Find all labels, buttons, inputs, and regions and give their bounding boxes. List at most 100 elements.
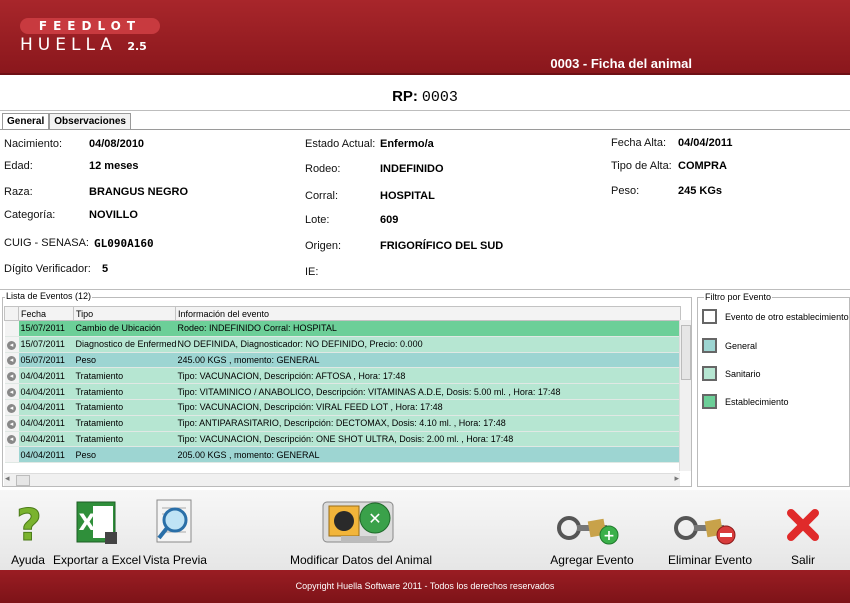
- ayuda-label: Ayuda: [11, 553, 45, 567]
- toolbar: ? Ayuda X Exportar a Excel Vista Previa …: [0, 490, 850, 570]
- scroll-thumb[interactable]: [16, 475, 30, 486]
- rodeo-label: Rodeo:: [305, 163, 341, 175]
- row-icon-cell[interactable]: ◂: [4, 352, 19, 369]
- row-arrow-icon[interactable]: ◂: [7, 356, 16, 366]
- row-icon-cell[interactable]: [4, 446, 19, 464]
- row-icon-cell[interactable]: ◂: [4, 336, 19, 353]
- preview-icon: [156, 499, 192, 543]
- row-arrow-icon[interactable]: ◂: [7, 388, 16, 398]
- add-event-icon: +: [557, 516, 619, 545]
- origen-value: FRIGORÍFICO DEL SUD: [380, 240, 504, 252]
- filter-label: Establecimiento: [725, 396, 789, 407]
- tipo-alta-value: COMPRA: [678, 160, 727, 172]
- tab-general[interactable]: General: [2, 113, 50, 129]
- vista-previa-button[interactable]: Vista Previa: [142, 490, 208, 570]
- event-row[interactable]: ◂ 04/04/2011 Tratamiento Tipo: VACUNACION, …: [4, 367, 681, 385]
- digito-label: Dígito Verificador:: [4, 263, 91, 275]
- event-row[interactable]: ◂ 05/07/2011 Peso 245.00 KGS , momento: GEN…: [4, 352, 681, 369]
- event-row[interactable]: ◂ 04/04/2011 Tratamiento Tipo: VITAMINICO /…: [4, 383, 681, 400]
- excel-icon: X: [76, 501, 117, 544]
- event-tipo: Peso: [73, 446, 176, 464]
- event-info: Tipo: ANTIPARASITARIO, Descripción: DECT…: [175, 415, 681, 432]
- event-fecha: 04/04/2011: [18, 446, 74, 464]
- corral-value: HOSPITAL: [380, 190, 435, 202]
- row-arrow-icon[interactable]: ◂: [7, 403, 16, 413]
- row-icon-cell[interactable]: ◂: [4, 367, 19, 385]
- app-header: FEEDLOT HUELLA 2.5 0003 - Ficha del anim…: [0, 0, 850, 75]
- filter-item-establecimiento[interactable]: Establecimiento: [702, 394, 789, 409]
- tab-observaciones[interactable]: Observaciones: [49, 113, 131, 129]
- scroll-right-icon[interactable]: ▸: [674, 473, 679, 484]
- fecha-alta-value: 04/04/2011: [678, 137, 733, 149]
- help-icon: ?: [16, 500, 43, 546]
- filter-swatch[interactable]: [702, 338, 717, 353]
- svg-text:X: X: [79, 511, 96, 536]
- row-icon-cell[interactable]: [4, 320, 19, 337]
- event-fecha: 15/07/2011: [18, 320, 74, 337]
- row-arrow-icon[interactable]: ◂: [7, 419, 16, 429]
- event-fecha: 04/04/2011: [18, 367, 74, 385]
- event-row[interactable]: 04/04/2011 Peso 205.00 KGS , momento: GENE…: [4, 446, 681, 464]
- modificar-animal-button[interactable]: ✕ Modificar Datos del Animal: [289, 490, 433, 570]
- row-icon-cell[interactable]: ◂: [4, 415, 19, 432]
- estado-value: Enfermo/a: [380, 138, 434, 150]
- header-icon-col: [4, 306, 19, 321]
- salir-button[interactable]: Salir: [780, 490, 826, 570]
- tipo-alta-label: Tipo de Alta:: [611, 160, 672, 172]
- row-icon-cell[interactable]: ◂: [4, 383, 19, 400]
- digito-value: 5: [102, 263, 109, 275]
- event-info: Rodeo: INDEFINIDO Corral: HOSPITAL: [175, 320, 681, 337]
- event-fecha: 04/04/2011: [18, 431, 74, 448]
- event-row[interactable]: ◂ 15/07/2011 Diagnostico de Enfermed NO DEF…: [4, 336, 681, 353]
- header-tipo[interactable]: Tipo: [73, 306, 176, 321]
- eliminar-evento-button[interactable]: Eliminar Evento: [667, 490, 753, 570]
- header-info[interactable]: Información del evento: [175, 306, 681, 321]
- header-fecha[interactable]: Fecha: [18, 306, 74, 321]
- estado-label: Estado Actual:: [305, 138, 376, 150]
- event-fecha: 15/07/2011: [18, 336, 74, 353]
- event-row[interactable]: 15/07/2011 Cambio de Ubicación Rodeo: INDE…: [4, 320, 681, 337]
- row-arrow-icon[interactable]: ◂: [7, 372, 16, 382]
- ayuda-button[interactable]: ? Ayuda: [2, 490, 54, 570]
- logo-huella: HUELLA 2.5: [20, 35, 160, 55]
- agregar-evento-button[interactable]: + Agregar Evento: [550, 490, 634, 570]
- raza-label: Raza:: [4, 186, 33, 198]
- svg-text:✕: ✕: [368, 509, 381, 528]
- logo-feedlot: FEEDLOT: [20, 18, 160, 34]
- filter-swatch[interactable]: [702, 394, 717, 409]
- row-arrow-icon[interactable]: ◂: [7, 340, 16, 350]
- event-fecha: 04/04/2011: [18, 399, 74, 416]
- filter-swatch[interactable]: [702, 309, 717, 324]
- corral-label: Corral:: [305, 190, 339, 202]
- event-info: 205.00 KGS , momento: GENERAL: [175, 446, 681, 464]
- edad-label: Edad:: [4, 160, 33, 172]
- ie-label: IE:: [305, 266, 319, 278]
- event-row[interactable]: ◂ 04/04/2011 Tratamiento Tipo: VACUNACION, …: [4, 399, 681, 416]
- filter-swatch[interactable]: [702, 366, 717, 381]
- lote-value: 609: [380, 214, 399, 226]
- scroll-left-icon[interactable]: ◂: [5, 473, 10, 484]
- rp-label: RP:: [392, 88, 418, 105]
- row-arrow-icon[interactable]: ◂: [7, 435, 16, 445]
- exportar-excel-button[interactable]: X Exportar a Excel: [53, 490, 141, 570]
- logo-version: 2.5: [127, 40, 147, 53]
- event-info: Tipo: VACUNACION, Descripción: VIRAL FEE…: [175, 399, 681, 416]
- event-row[interactable]: ◂ 04/04/2011 Tratamiento Tipo: ANTIPARASITA…: [4, 415, 681, 432]
- filter-item-sanitario[interactable]: Sanitario: [702, 366, 761, 381]
- events-header-row: Fecha Tipo Información del evento: [4, 306, 681, 321]
- event-tipo: Tratamiento: [73, 415, 176, 432]
- row-icon-cell[interactable]: ◂: [4, 399, 19, 416]
- events-horizontal-scrollbar[interactable]: ◂ ▸: [4, 473, 680, 486]
- filter-item-general[interactable]: General: [702, 338, 757, 353]
- tab-divider: [0, 129, 850, 130]
- event-info: Tipo: VACUNACION, Descripción: ONE SHOT …: [175, 431, 681, 448]
- row-icon-cell[interactable]: ◂: [4, 431, 19, 448]
- filter-item-otro[interactable]: Evento de otro establecimiento: [702, 309, 849, 324]
- filter-panel: [697, 297, 850, 487]
- events-vertical-scrollbar[interactable]: [679, 320, 691, 471]
- event-row[interactable]: ◂ 04/04/2011 Tratamiento Tipo: VACUNACION, …: [4, 431, 681, 448]
- scroll-thumb[interactable]: [681, 325, 691, 380]
- modificar-label: Modificar Datos del Animal: [289, 553, 433, 567]
- event-fecha: 04/04/2011: [18, 415, 74, 432]
- nacimiento-value: 04/08/2010: [89, 138, 145, 150]
